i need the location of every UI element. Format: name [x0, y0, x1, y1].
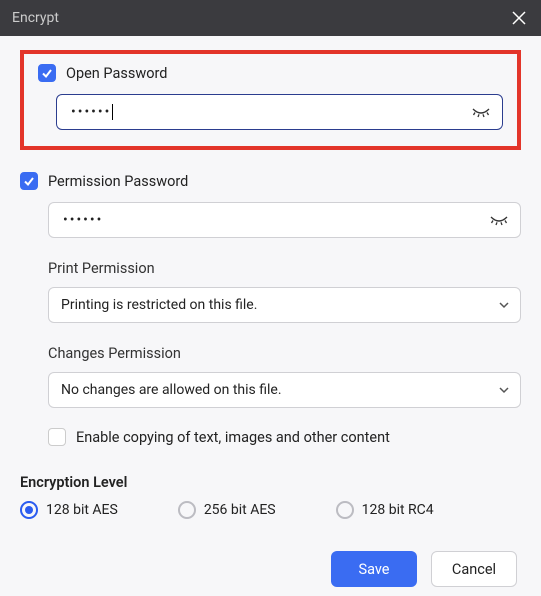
enable-copy-checkbox[interactable] [48, 428, 66, 446]
toggle-visibility-button[interactable] [471, 105, 491, 119]
changes-permission-label: Changes Permission [48, 345, 521, 362]
chevron-down-icon [498, 382, 510, 398]
permission-password-checkbox[interactable] [20, 172, 38, 190]
permission-section: •••••• Print Permission Printing is rest… [20, 202, 521, 446]
open-password-label: Open Password [66, 65, 167, 82]
dialog-content: Open Password •••••• Permission Password… [0, 36, 541, 519]
print-permission-label: Print Permission [48, 260, 521, 277]
radio-button [20, 501, 38, 519]
check-icon [41, 67, 53, 79]
window-title: Encrypt [12, 10, 59, 26]
chevron-down-icon [498, 297, 510, 313]
toggle-visibility-button[interactable] [489, 213, 509, 227]
dialog-footer: Save Cancel [0, 519, 541, 587]
open-password-row: Open Password [38, 64, 503, 82]
radio-button [178, 501, 196, 519]
enable-copy-row: Enable copying of text, images and other… [48, 428, 521, 446]
encryption-level-section: Encryption Level 128 bit AES 256 bit AES… [20, 474, 521, 519]
permission-password-row: Permission Password [20, 172, 521, 190]
open-password-input[interactable]: •••••• [56, 94, 503, 130]
print-permission-select[interactable]: Printing is restricted on this file. [48, 287, 521, 323]
open-password-highlight: Open Password •••••• [20, 50, 521, 150]
encryption-radio-group: 128 bit AES 256 bit AES 128 bit RC4 [20, 501, 521, 519]
text-caret [112, 104, 113, 120]
close-button[interactable] [509, 8, 529, 28]
radio-aes256[interactable]: 256 bit AES [178, 501, 276, 519]
titlebar: Encrypt [0, 0, 541, 36]
eye-closed-icon [489, 213, 509, 227]
radio-rc4128[interactable]: 128 bit RC4 [336, 501, 434, 519]
enable-copy-label: Enable copying of text, images and other… [76, 429, 390, 446]
eye-closed-icon [471, 105, 491, 119]
encryption-level-title: Encryption Level [20, 474, 521, 491]
open-password-value: •••••• [71, 104, 111, 120]
radio-button [336, 501, 354, 519]
close-icon [512, 11, 526, 25]
save-button[interactable]: Save [331, 551, 417, 587]
permission-password-input[interactable]: •••••• [48, 202, 521, 238]
permission-password-value: •••••• [63, 212, 103, 228]
permission-password-label: Permission Password [48, 173, 188, 190]
radio-label: 128 bit RC4 [362, 502, 434, 518]
changes-permission-value: No changes are allowed on this file. [61, 382, 282, 398]
open-password-field: •••••• [38, 94, 503, 130]
radio-aes128[interactable]: 128 bit AES [20, 501, 118, 519]
check-icon [23, 175, 35, 187]
cancel-button-label: Cancel [452, 561, 496, 578]
radio-label: 128 bit AES [46, 502, 118, 518]
save-button-label: Save [358, 561, 389, 578]
cancel-button[interactable]: Cancel [431, 551, 517, 587]
radio-label: 256 bit AES [204, 502, 276, 518]
permission-password-field: •••••• [48, 202, 521, 238]
open-password-checkbox[interactable] [38, 64, 56, 82]
changes-permission-select[interactable]: No changes are allowed on this file. [48, 372, 521, 408]
print-permission-value: Printing is restricted on this file. [61, 297, 257, 313]
